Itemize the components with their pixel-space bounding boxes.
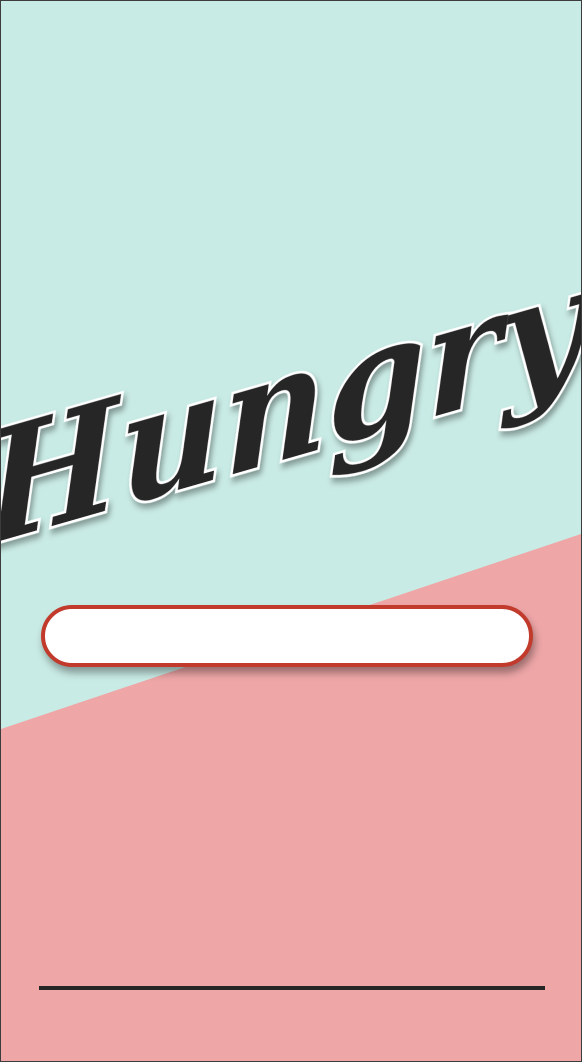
splash-screen: Hungry — [0, 0, 582, 1062]
bottom-divider — [39, 986, 545, 990]
background — [1, 1, 581, 1061]
search-input[interactable] — [41, 605, 533, 667]
